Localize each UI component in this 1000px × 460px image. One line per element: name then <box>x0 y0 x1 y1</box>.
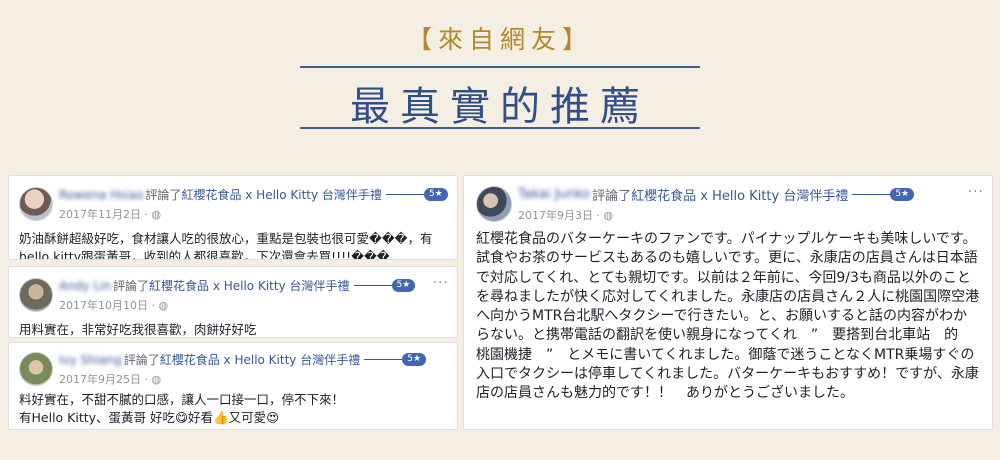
rating-indicator: 5★ <box>364 353 427 366</box>
review-action: 評論了 <box>145 188 182 202</box>
review-action: 評論了 <box>123 353 160 367</box>
globe-icon: ◍ <box>158 299 169 312</box>
review-date[interactable]: 2017年9月25日 · <box>59 373 151 386</box>
rating-badge: 5★ <box>391 279 416 292</box>
more-options-icon[interactable]: ··· <box>433 275 449 291</box>
page-link[interactable]: 紅櫻花食品 x Hello Kitty 台灣伴手禮 <box>181 186 382 203</box>
review-text: 奶油酥餅超級好吃，食材讓人吃的很放心，重點是包裝也很可愛���，有hello k… <box>19 231 433 260</box>
review-action: 評論了 <box>112 279 149 293</box>
review-action: 評論了 <box>592 189 632 204</box>
page-link[interactable]: 紅櫻花食品 x Hello Kitty 台灣伴手禮 <box>631 185 848 204</box>
rating-badge: 5★ <box>423 188 448 201</box>
reviewer-name[interactable]: Takai Junko <box>518 187 590 202</box>
globe-icon: ◍ <box>603 209 614 222</box>
review-text: 紅櫻花食品のバターケーキのファンです。パイナップルケーキも美味しいです。試食やお… <box>476 231 980 402</box>
divider <box>300 66 700 68</box>
rating-badge: 5★ <box>402 353 427 366</box>
review-card: Ivy Shiang 評論了 紅櫻花食品 x Hello Kitty 台灣伴手禮… <box>8 342 458 430</box>
rating-line <box>385 194 424 195</box>
rating-badge: 5★ <box>890 188 915 201</box>
review-text: 料好實在，不甜不膩的口感，讓人一口接一口，停不下來！ 有Hello Kitty、… <box>19 392 345 425</box>
rating-line <box>364 359 403 360</box>
review-text: 用料實在，非常好吃我很喜歡，肉餅好好吃 <box>19 322 257 337</box>
rating-indicator: 5★ <box>852 188 915 201</box>
globe-icon: ◍ <box>151 373 162 386</box>
section-subtitle: 【來自網友】 <box>406 25 593 54</box>
header: 【來自網友】 最真實的推薦 <box>0 0 1000 175</box>
review-card: Rowena Hsiao 評論了 紅櫻花食品 x Hello Kitty 台灣伴… <box>8 175 458 260</box>
rating-line <box>852 194 891 195</box>
page-link[interactable]: 紅櫻花食品 x Hello Kitty 台灣伴手禮 <box>160 351 361 368</box>
more-options-icon[interactable]: ··· <box>968 184 984 200</box>
review-card: ··· Andy Lin 評論了 紅櫻花食品 x Hello Kitty 台灣伴… <box>8 266 458 338</box>
rating-line <box>353 285 392 286</box>
reviewer-name[interactable]: Ivy Shiang <box>59 353 122 367</box>
avatar[interactable] <box>19 187 53 221</box>
avatar[interactable] <box>19 278 53 312</box>
avatar[interactable] <box>476 186 512 222</box>
globe-icon: ◍ <box>151 208 162 221</box>
page-link[interactable]: 紅櫻花食品 x Hello Kitty 台灣伴手禮 <box>149 277 350 294</box>
review-card: ··· Takai Junko 評論了 紅櫻花食品 x Hello Kitty … <box>463 175 993 430</box>
section-title: 最真實的推薦 <box>350 84 650 130</box>
reviewer-name[interactable]: Rowena Hsiao <box>59 188 143 202</box>
review-date[interactable]: 2017年9月3日 · <box>518 209 603 222</box>
rating-indicator: 5★ <box>353 279 416 292</box>
rating-indicator: 5★ <box>385 188 448 201</box>
avatar[interactable] <box>19 352 53 386</box>
review-date[interactable]: 2017年10月10日 · <box>59 299 158 312</box>
reviewer-name[interactable]: Andy Lin <box>59 279 111 293</box>
review-date[interactable]: 2017年11月2日 · <box>59 208 151 221</box>
divider <box>300 127 700 129</box>
